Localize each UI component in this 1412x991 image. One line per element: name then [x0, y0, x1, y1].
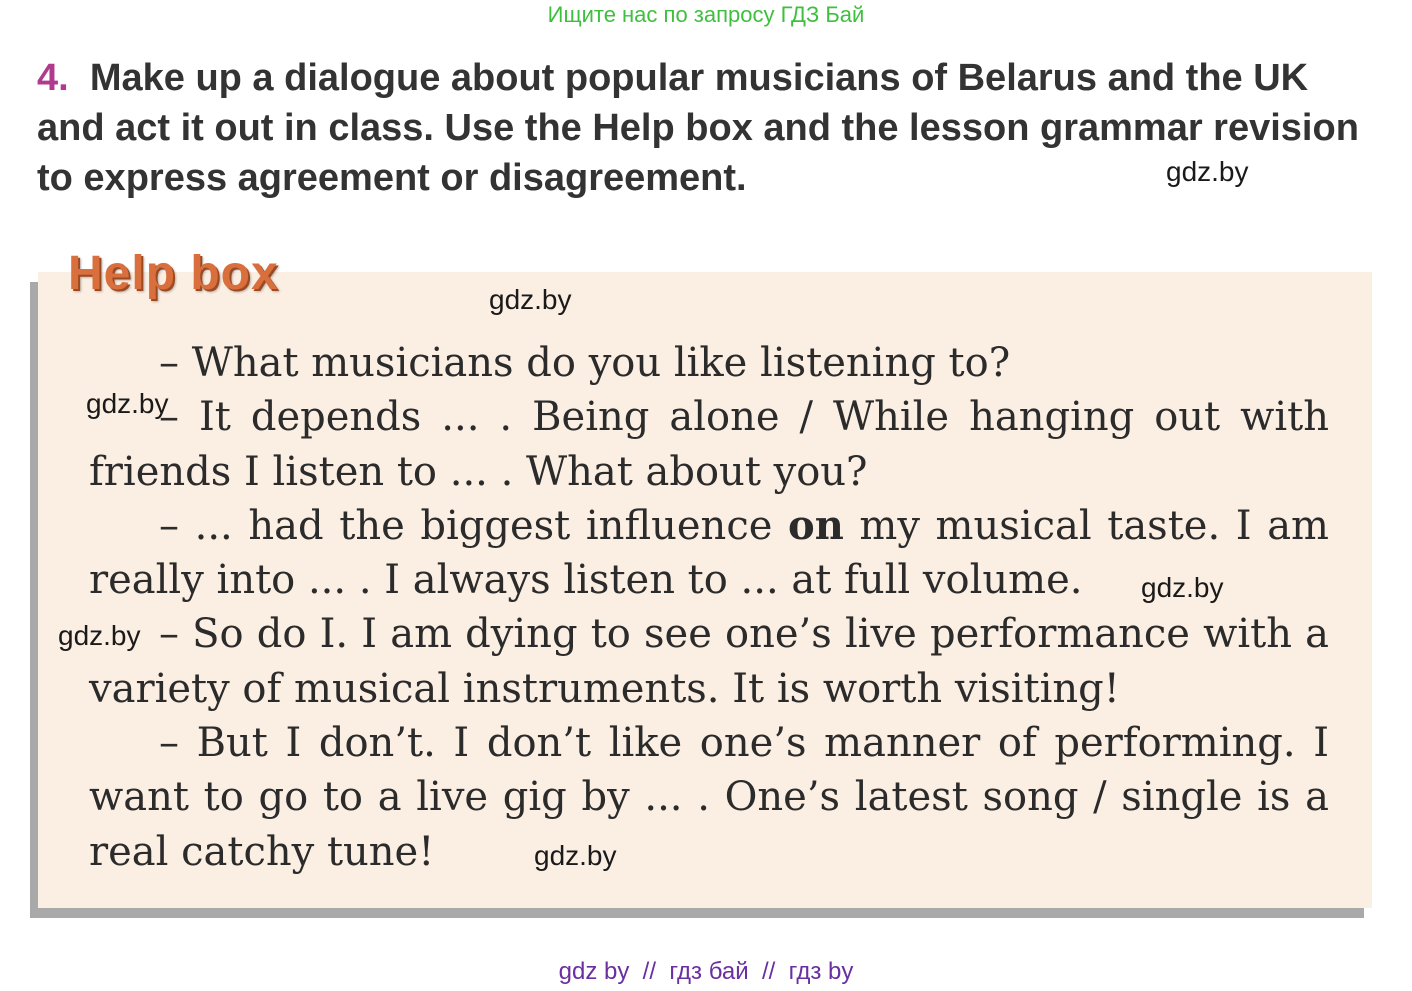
- top-banner: Ищите нас по запросу ГДЗ Бай: [547, 2, 865, 27]
- help-box-dialogue: – What musicians do you like listening t…: [89, 336, 1329, 879]
- help-box-title: Help box: [68, 247, 279, 300]
- dialogue-bold-word: on: [788, 501, 844, 549]
- dialogue-line-part: – ... had the biggest influence: [159, 502, 789, 549]
- footer-text: gdz by // гдз бай // гдз by: [558, 958, 854, 985]
- watermark: gdz.by: [534, 840, 617, 871]
- task-text: Make up a dialogue about popular musicia…: [37, 57, 1359, 199]
- task-number: 4.: [37, 57, 69, 99]
- watermark: gdz.by: [58, 620, 141, 651]
- watermark: gdz.by: [1166, 156, 1249, 187]
- dialogue-line: – But I don’t. I don’t like one’s manner…: [89, 720, 1329, 875]
- dialogue-line: – So do I. I am dying to see one’s live …: [89, 611, 1329, 712]
- watermark: gdz.by: [489, 284, 572, 315]
- watermark: gdz.by: [86, 388, 169, 419]
- watermark: gdz.by: [1141, 572, 1224, 603]
- dialogue-line: – What musicians do you like listening t…: [159, 340, 1011, 386]
- dialogue-line: – It depends ... . Being alone / While h…: [89, 394, 1329, 495]
- footer-links: gdz by // гдз бай // гдз by: [0, 958, 1412, 986]
